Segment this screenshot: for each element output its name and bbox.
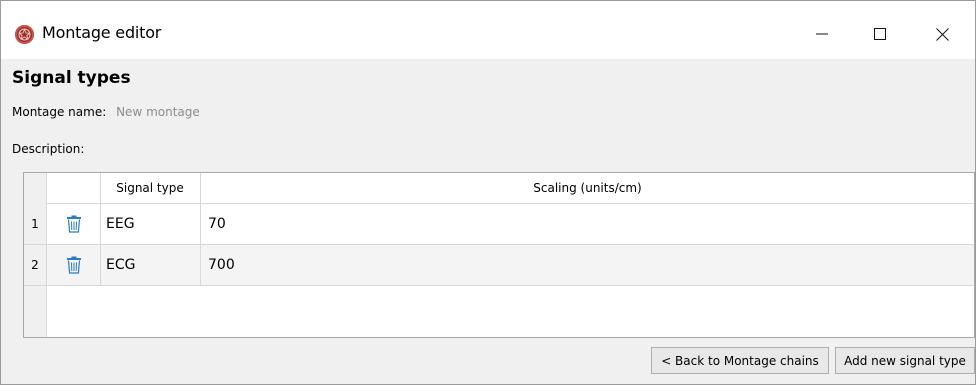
delete-row-button[interactable] xyxy=(47,245,101,285)
montage-editor-window: Montage editor Signal types Montage name… xyxy=(0,0,976,385)
maximize-icon xyxy=(874,28,886,40)
row-number[interactable]: 1 xyxy=(24,204,47,244)
scaling-cell[interactable]: 700 xyxy=(201,245,974,285)
window-title: Montage editor xyxy=(42,23,162,42)
row-number[interactable]: 2 xyxy=(24,245,47,285)
montage-name-label: Montage name: xyxy=(12,105,107,119)
column-header-actions[interactable] xyxy=(47,173,101,204)
trash-icon xyxy=(66,215,81,233)
column-header-scaling[interactable]: Scaling (units/cm) xyxy=(201,173,974,204)
signal-types-table: Signal type Scaling (units/cm) 1 EEG 70 … xyxy=(23,172,975,338)
app-logo-icon xyxy=(15,25,34,44)
add-signal-type-button[interactable]: Add new signal type xyxy=(835,347,975,374)
description-row: Description: xyxy=(12,142,84,156)
trash-icon xyxy=(66,256,81,274)
close-icon xyxy=(935,27,949,41)
montage-name-row: Montage name: New montage xyxy=(12,105,200,119)
back-to-montage-chains-button[interactable]: < Back to Montage chains xyxy=(651,347,829,374)
signal-type-cell[interactable]: EEG xyxy=(100,204,201,244)
scaling-cell[interactable]: 70 xyxy=(201,204,974,244)
maximize-button[interactable] xyxy=(857,15,903,53)
table-row[interactable]: 1 EEG 70 xyxy=(24,204,974,245)
minimize-button[interactable] xyxy=(799,15,845,53)
signal-type-cell[interactable]: ECG xyxy=(100,245,201,285)
description-label: Description: xyxy=(12,142,85,156)
delete-row-button[interactable] xyxy=(47,204,101,244)
column-header-signal-type[interactable]: Signal type xyxy=(100,173,201,204)
montage-name-value[interactable]: New montage xyxy=(116,105,200,119)
page-heading: Signal types xyxy=(12,68,131,88)
title-bar: Montage editor xyxy=(1,1,975,59)
minimize-icon xyxy=(816,33,828,35)
close-button[interactable] xyxy=(919,15,965,53)
table-row[interactable]: 2 ECG 700 xyxy=(24,245,974,286)
